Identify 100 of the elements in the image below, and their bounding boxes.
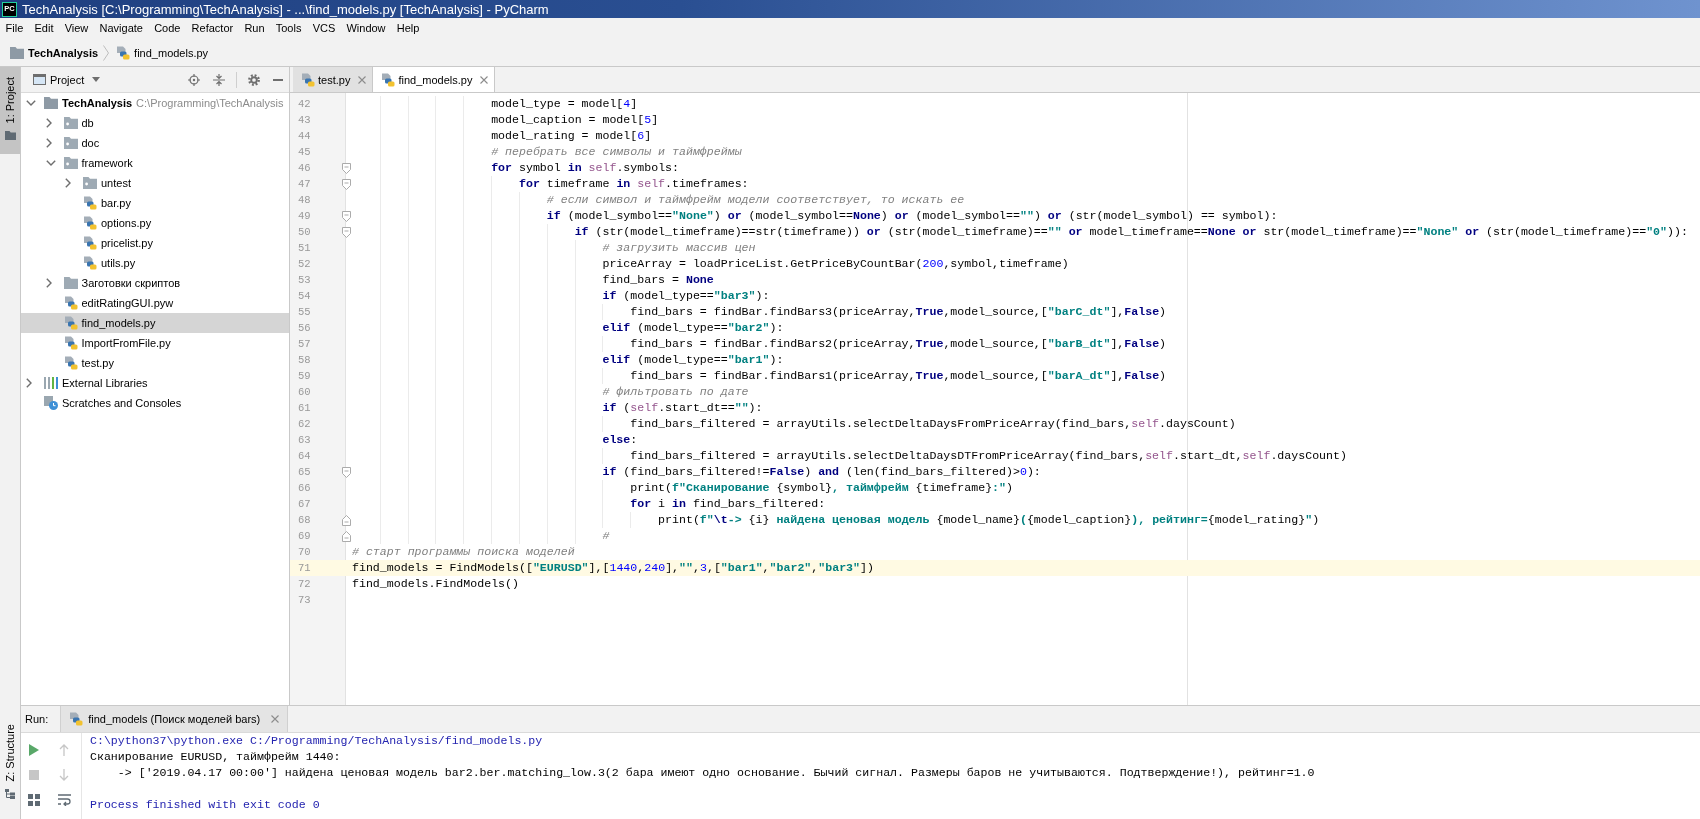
- crosshair-icon[interactable]: [188, 73, 200, 86]
- folder-icon: [44, 97, 58, 109]
- code-line: if (model_type=="bar3"):: [602, 288, 770, 304]
- console-line: -> ['2019.04.17 00:00'] найдена ценовая модель bar2.ber.matching_low.3(2 бара имеют одно основание. Бычий сигнал. Размеры баров не учитываются. Подтверждение!), рейтинг=1.0: [117, 765, 1315, 781]
- chevron-down-icon[interactable]: [26, 100, 36, 106]
- code-line: # перебрать все символы и таймфреймы: [491, 144, 742, 160]
- code-line: priceArray = loadPriceList.GetPriceByCountBar(200,symbol,timeframe): [602, 256, 1069, 272]
- tree-item[interactable]: options.py: [21, 213, 289, 233]
- tree-item[interactable]: bar.py: [21, 193, 289, 213]
- python-file-icon: [381, 72, 396, 87]
- close-icon[interactable]: [271, 715, 280, 723]
- editor-tab[interactable]: test.py: [293, 67, 374, 92]
- line-number: 57: [298, 338, 311, 350]
- folder-icon: [63, 117, 78, 129]
- fold-marker-icon[interactable]: [342, 514, 351, 526]
- code-line: find_models.FindModels(): [352, 576, 519, 592]
- editor-tab[interactable]: find_models.py: [373, 67, 496, 92]
- tool-window-tab[interactable]: Z: Structure: [0, 719, 20, 803]
- wrap-icon[interactable]: [57, 793, 71, 806]
- close-icon[interactable]: [358, 75, 367, 84]
- code-line: for i in find_bars_filtered:: [630, 496, 826, 512]
- menu-item[interactable]: Run: [238, 19, 271, 38]
- menu-item[interactable]: Refactor: [186, 19, 239, 38]
- chevron-right-icon[interactable]: [45, 278, 52, 288]
- code-line: if (str(model_timeframe)==str(timeframe)) or (str(model_timeframe)=="" or model_timeframe==None or str(model_timeframe)=="None" or (str(model_timeframe)=="0")):: [574, 224, 1688, 240]
- fold-marker-icon[interactable]: [342, 226, 351, 238]
- line-number: 60: [298, 386, 311, 398]
- folder-icon: [4, 131, 16, 141]
- tree-item[interactable]: doc: [21, 133, 289, 153]
- folder-icon: [10, 46, 24, 59]
- chevron-right-icon[interactable]: [26, 378, 32, 388]
- tree-item[interactable]: find_models.py: [21, 313, 289, 333]
- line-number: 58: [298, 354, 311, 366]
- folder-icon: [83, 177, 97, 189]
- tree-item[interactable]: utils.py: [21, 253, 289, 273]
- code-line: # загрузить массив цен: [602, 240, 756, 256]
- chevron-right-icon[interactable]: [45, 118, 52, 128]
- menu-item[interactable]: VCS: [307, 19, 341, 38]
- menu-item[interactable]: Edit: [28, 19, 60, 38]
- fold-marker-icon[interactable]: [342, 210, 351, 222]
- menu-item[interactable]: Code: [148, 19, 186, 38]
- tree-item[interactable]: Заготовки скриптов: [21, 273, 289, 293]
- line-number: 45: [298, 146, 311, 158]
- tree-item[interactable]: untest: [21, 173, 289, 193]
- tree-item[interactable]: test.py: [21, 353, 289, 373]
- chevron-down-icon[interactable]: [45, 160, 56, 166]
- line-number: 43: [298, 114, 311, 126]
- collapse-all-icon[interactable]: [213, 73, 225, 86]
- tree-item[interactable]: editRatingGUI.pyw: [21, 293, 289, 313]
- folder-icon: [63, 157, 78, 169]
- fold-marker-icon[interactable]: [342, 178, 351, 190]
- play-icon[interactable]: [29, 743, 39, 756]
- line-number: 68: [298, 514, 311, 526]
- grid-icon[interactable]: [28, 793, 40, 806]
- menu-item[interactable]: Navigate: [93, 19, 149, 38]
- console-line: Сканирование EURUSD, таймфрейм 1440:: [90, 749, 341, 765]
- code-line: find_models = FindModels(["EURUSD"],[1440,240],"",3,["bar1","bar2","bar3"]): [352, 560, 874, 576]
- line-number: 53: [298, 274, 311, 286]
- minimize-icon[interactable]: [273, 78, 283, 81]
- console-line: C:\python37\python.exe C:/Programming/TechAnalysis/find_models.py: [90, 733, 543, 749]
- code-line: print(f"Сканирование {symbol}, таймфрейм {timeframe}:"): [630, 480, 1013, 496]
- tree-item[interactable]: pricelist.py: [21, 233, 289, 253]
- menu-item[interactable]: View: [59, 19, 94, 38]
- tree-item[interactable]: Scratches and Consoles: [21, 393, 289, 413]
- breadcrumb-item[interactable]: find_models.py: [116, 45, 209, 60]
- tree-item[interactable]: ImportFromFile.py: [21, 333, 289, 353]
- fold-marker-icon[interactable]: [342, 530, 351, 542]
- run-tab[interactable]: find_models (Поиск моделей bars): [60, 706, 289, 732]
- chevron-right-icon[interactable]: [65, 178, 71, 188]
- line-number: 46: [298, 162, 311, 174]
- fold-marker-icon[interactable]: [342, 162, 351, 174]
- tree-item[interactable]: External Libraries: [21, 373, 289, 393]
- python-file-icon: [301, 72, 315, 87]
- code-line: find_bars = findBar.findBars2(priceArray,True,model_source,["barB_dt"],False): [630, 336, 1167, 352]
- menu-item[interactable]: Help: [391, 19, 425, 38]
- line-number: 72: [298, 578, 311, 590]
- line-number: 59: [298, 370, 311, 382]
- line-number: 63: [298, 434, 311, 446]
- line-number: 66: [298, 482, 311, 494]
- folder-icon: [63, 277, 78, 289]
- view-dropdown[interactable]: Project: [50, 73, 101, 86]
- code-line: else:: [602, 432, 638, 448]
- code-line: # если символ и таймфрейм модели соответствует, то искать ее: [546, 192, 965, 208]
- menu-item[interactable]: Tools: [270, 19, 308, 38]
- menu-item[interactable]: Window: [340, 19, 392, 38]
- fold-marker-icon[interactable]: [342, 466, 351, 478]
- page-clock-icon: [44, 396, 58, 410]
- close-icon[interactable]: [480, 75, 489, 84]
- window-title: TechAnalysis [C:\Programming\TechAnalysis] - ...\find_models.py [TechAnalysis] - PyCharm: [22, 1, 549, 17]
- tree-item[interactable]: db: [21, 113, 289, 133]
- gear-icon[interactable]: [248, 73, 260, 86]
- menu-item[interactable]: File: [0, 19, 29, 38]
- tree-item[interactable]: TechAnalysis C:\Programming\TechAnalysis: [21, 93, 289, 113]
- python-file-icon: [63, 336, 78, 350]
- tool-window-tab[interactable]: 1: Project: [0, 67, 20, 155]
- tree-item[interactable]: framework: [21, 153, 289, 173]
- chevron-right-icon[interactable]: [45, 138, 52, 148]
- code-line: elif (model_type=="bar2"):: [602, 320, 784, 336]
- console-line: Process finished with exit code 0: [90, 797, 320, 813]
- breadcrumb-item[interactable]: TechAnalysis: [10, 46, 99, 59]
